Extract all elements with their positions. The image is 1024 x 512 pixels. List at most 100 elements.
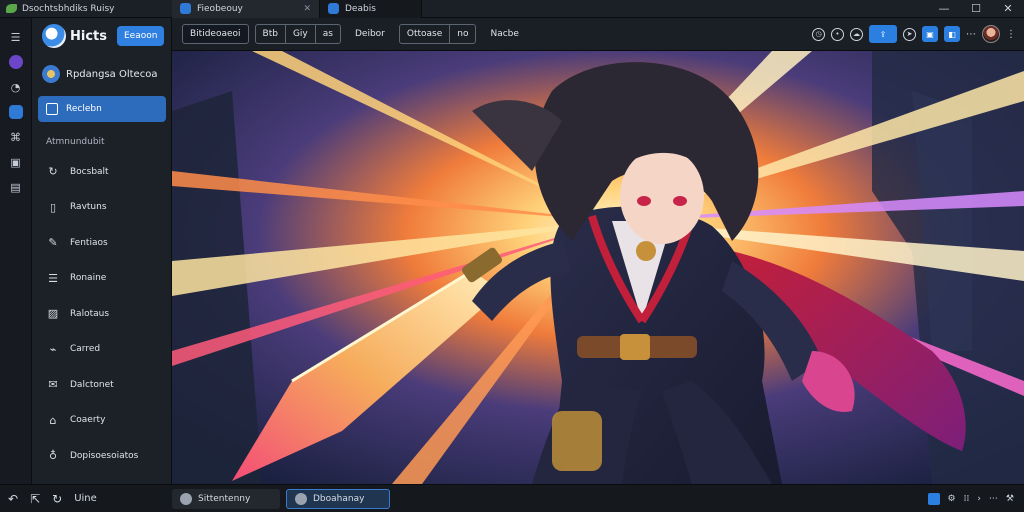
pencil-icon: ✎ — [48, 236, 58, 249]
sync-icon[interactable]: ⚙ — [948, 494, 956, 504]
toolbar-dropdown-label: Ottoase — [406, 29, 443, 39]
title-bar: Dsochtsbhdiks Ruisy Fieobeouy ✕ Deabis —… — [0, 0, 1024, 18]
undo-icon[interactable]: ↶ — [8, 492, 18, 506]
menu-icon[interactable]: ☰ — [9, 30, 23, 44]
toolbar-split-c[interactable]: as — [314, 25, 340, 43]
bottom-tab-2[interactable]: Dboahanay — [286, 488, 390, 509]
bag-icon: ♁ — [48, 449, 58, 462]
image-icon[interactable]: ▣ — [922, 26, 938, 42]
mail-icon: ✉ — [48, 378, 58, 391]
sidebar-item-label: Dalctonet — [70, 379, 114, 390]
apps-icon[interactable] — [8, 55, 23, 69]
toolbar-split-group: Btb Giy as — [254, 24, 341, 44]
sidebar-item-4[interactable]: ☰ Ronaine — [46, 270, 138, 287]
overflow-icon[interactable]: ⋮ — [1006, 29, 1016, 40]
toolbar-split-b[interactable]: Giy — [284, 25, 315, 43]
compass-icon[interactable]: ➤ — [903, 27, 916, 41]
bottom-tab-1-label: Sittentenny — [198, 493, 251, 504]
sidebar-nav-list: ↻ Bocsbalt ▯ Ravtuns ✎ Fentiaos ☰ Ronaine ▨ R… — [46, 163, 139, 464]
sidebar-item-label: Ronaine — [70, 273, 107, 283]
layers-icon[interactable]: ◧ — [944, 26, 960, 42]
sidebar-item-label: Coaerty — [70, 415, 106, 425]
toolbar-dropdown[interactable]: Ottoase no — [398, 24, 477, 44]
cloud-icon[interactable]: ☁ — [850, 27, 863, 41]
maximize-button[interactable]: ☐ — [960, 0, 992, 18]
sidebar-item-9[interactable]: ♁ Dopisoesoiatos — [46, 447, 138, 464]
brand-logo-icon — [42, 24, 66, 48]
close-button[interactable]: ✕ — [992, 0, 1024, 18]
sidebar-item-3[interactable]: ✎ Fentiaos — [46, 234, 138, 251]
bottom-tab-1[interactable]: Sittentenny — [172, 488, 280, 509]
window-tab-1[interactable]: Fieobeouy ✕ — [172, 0, 320, 18]
window-tab-2-label: Deabis — [345, 3, 376, 14]
bottom-status: ⚙ ⁞⁞ › ⋯ ⚒ — [927, 492, 1024, 505]
brand-name: Hicts — [70, 28, 107, 44]
sidebar-item-label: Dopisoesoiatos — [70, 450, 139, 461]
sidebar-item-5[interactable]: ▨ Ralotaus — [46, 305, 138, 322]
sidebar-item-7[interactable]: ✉ Dalctonet — [46, 376, 138, 393]
layers-icon[interactable]: ▤ — [9, 180, 23, 194]
sidebar-item-label: Bocsbalt — [70, 166, 109, 177]
image-icon: ▨ — [47, 307, 59, 320]
more-icon[interactable]: ⋯ — [966, 29, 976, 40]
share-icon[interactable]: ⇪ — [869, 25, 897, 43]
grid-icon[interactable]: ⁞⁞ — [964, 494, 970, 504]
bottom-left-label[interactable]: Uine — [74, 493, 97, 504]
lock-icon: ⌂ — [49, 413, 57, 427]
history-icon[interactable]: ◷ — [812, 27, 825, 41]
app-leaf-icon — [6, 4, 17, 13]
shield-icon[interactable] — [8, 105, 23, 119]
anime-warrior-illustration — [172, 51, 1024, 484]
document-icon: ▯ — [49, 200, 57, 214]
tab-dot-icon — [180, 492, 192, 505]
sidebar-item-6[interactable]: ⌁ Carred — [46, 341, 138, 358]
tab-app-icon — [180, 3, 191, 14]
sidebar-item-8[interactable]: ⌂ Coaerty — [46, 412, 138, 429]
window-tab-1-label: Fieobeouy — [197, 3, 243, 14]
share-icon[interactable]: ⇱ — [30, 492, 40, 506]
toolbar-split-a[interactable]: Btb — [256, 25, 285, 43]
sidebar-section-title: Atmnundubit — [46, 137, 105, 147]
tab-app-icon — [328, 3, 339, 14]
window-tab-2[interactable]: Deabis — [320, 0, 422, 18]
status-square-icon[interactable] — [927, 492, 940, 505]
bottom-controls: ↶ ⇱ ↻ Uine — [0, 492, 172, 506]
sidebar-item-active-label: Reclebn — [66, 104, 102, 114]
sidebar-item-2[interactable]: ▯ Ravtuns — [46, 199, 138, 216]
refresh-icon: ↻ — [48, 165, 58, 178]
monitor-icon[interactable]: ▣ — [9, 155, 23, 169]
toolbar-button-3[interactable]: Deibor — [347, 24, 393, 44]
chevron-icon[interactable]: › — [977, 494, 981, 504]
workspace-name: Rpdangsa Oltecoa — [66, 68, 158, 80]
icon-rail: ☰ ◔ ⌘ ▣ ▤ — [0, 18, 32, 484]
link-icon: ⌁ — [49, 342, 57, 356]
bottom-tab-2-label: Dboahanay — [313, 493, 365, 504]
toolbar-button-1[interactable]: Bitideoaeoi — [182, 24, 249, 44]
toolbar-button-5[interactable]: Nacbe — [482, 24, 526, 44]
sidebar-item-active[interactable]: Reclebn — [38, 96, 166, 122]
brand-action-button[interactable]: Eeaoon — [117, 26, 165, 46]
canvas-artwork[interactable] — [172, 51, 1024, 484]
refresh-icon[interactable]: ↻ — [52, 492, 62, 506]
settings-icon[interactable]: • — [831, 27, 844, 41]
window-controls: — ☐ ✕ — [928, 0, 1024, 18]
sidebar-item-1[interactable]: ↻ Bocsbalt — [46, 163, 138, 180]
app-title: Dsochtsbhdiks Ruisy — [0, 4, 172, 14]
more-icon[interactable]: ⋯ — [989, 494, 998, 504]
workspace-avatar — [42, 65, 60, 83]
minimize-button[interactable]: — — [928, 0, 960, 18]
app-title-text: Dsochtsbhdiks Ruisy — [22, 3, 115, 14]
share-icon[interactable]: ⌘ — [9, 130, 23, 144]
workspace-selector[interactable]: Rpdangsa Oltecoa — [42, 65, 157, 83]
sidebar-item-label: Ralotaus — [70, 308, 110, 319]
tab-dot-icon — [295, 492, 307, 505]
square-icon — [46, 103, 58, 115]
toolbar: Bitideoaeoi Btb Giy as Deibor Ottoase no… — [172, 18, 1024, 51]
compass-icon[interactable]: ◔ — [9, 80, 23, 94]
avatar[interactable] — [982, 25, 1000, 43]
close-tab-icon[interactable]: ✕ — [303, 4, 311, 14]
tools-icon[interactable]: ⚒ — [1006, 494, 1014, 504]
brand: Hicts Eeaoon — [42, 24, 165, 48]
bottom-bar: ↶ ⇱ ↻ Uine Sittentenny Dboahanay ⚙ ⁞⁞ › … — [0, 484, 1024, 512]
sidebar-item-label: Ravtuns — [70, 202, 107, 212]
